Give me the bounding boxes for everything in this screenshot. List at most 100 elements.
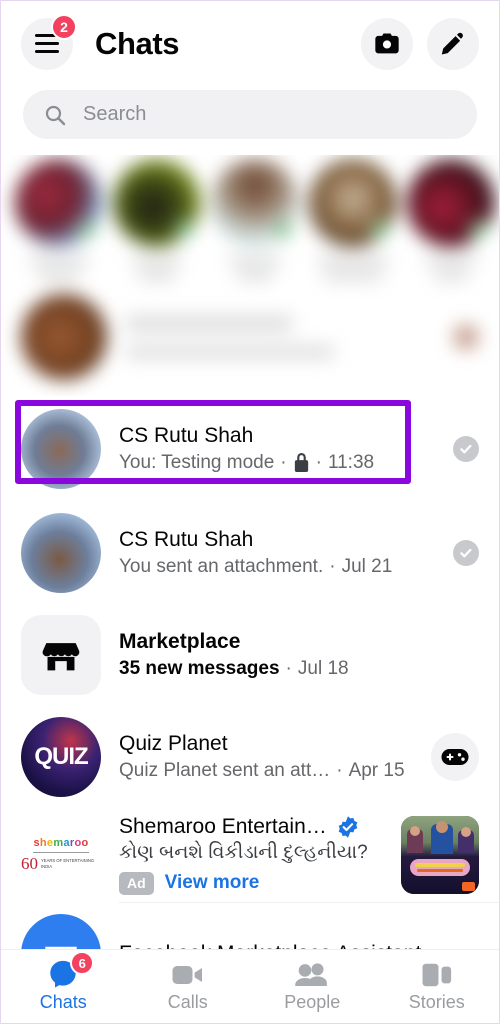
avatar	[21, 615, 101, 695]
story-item[interactable]	[15, 159, 103, 286]
camera-icon	[373, 30, 401, 58]
compose-pencil-icon	[439, 30, 467, 58]
advertiser-name: Shemaroo Entertain…	[119, 815, 327, 839]
seen-check-icon	[453, 436, 479, 462]
chat-name: CS Rutu Shah	[119, 527, 435, 554]
nav-item-stories[interactable]: Stories	[375, 960, 500, 1013]
separator-dot: ·	[336, 758, 342, 784]
chat-name: Quiz Planet	[119, 731, 413, 758]
chat-row[interactable]: CS Rutu Shah You sent an attachment. · J…	[1, 502, 499, 604]
avatar	[211, 159, 299, 247]
seen-check-icon	[453, 540, 479, 566]
search-placeholder: Search	[83, 103, 146, 126]
chat-row-body: Marketplace 35 new messages · Jul 18	[119, 629, 461, 682]
marketplace-storefront-icon	[40, 634, 82, 676]
separator-dot: ·	[329, 554, 335, 580]
shemaroo-anniversary: 60 YEARS OF ENTERTAINING INDIA	[21, 855, 101, 872]
chat-row-right	[453, 540, 479, 566]
video-camera-icon	[172, 962, 204, 988]
story-item[interactable]	[407, 159, 495, 286]
avatar	[407, 159, 495, 247]
nav-item-calls[interactable]: Calls	[126, 960, 251, 1013]
avatar	[21, 409, 101, 489]
verified-badge-icon	[336, 815, 360, 839]
calls-icon-wrap	[172, 960, 204, 988]
blurred-chat-row[interactable]	[1, 286, 499, 380]
bottom-navigation: 6 Chats Calls People	[1, 949, 499, 1023]
chat-time: Apr 15	[349, 758, 405, 784]
lock-icon	[293, 453, 310, 472]
compose-button[interactable]	[427, 18, 479, 70]
search-input[interactable]: Search	[23, 90, 477, 139]
nav-item-people[interactable]: People	[250, 960, 375, 1013]
sponsored-cta-line: Ad View more	[119, 872, 383, 895]
page-title: Chats	[95, 26, 361, 62]
nav-label-people: People	[284, 992, 340, 1013]
chat-preview: 35 new messages · Jul 18	[119, 656, 461, 682]
avatar	[15, 159, 103, 247]
blurred-text	[125, 315, 435, 359]
chat-row-marketplace[interactable]: Marketplace 35 new messages · Jul 18	[1, 604, 499, 706]
chat-preview: You: Testing mode · · 11:38	[119, 450, 435, 476]
chat-time: Jul 18	[298, 656, 349, 682]
chat-row-quiz-planet[interactable]: QUIZ Quiz Planet Quiz Planet sent an att…	[1, 706, 499, 808]
menu-button[interactable]: 2	[21, 18, 73, 70]
story-item[interactable]	[113, 159, 201, 286]
chat-time: 11:38	[328, 450, 374, 476]
chat-row-body: CS Rutu Shah You: Testing mode · · 11:38	[119, 423, 435, 476]
chat-preview: You sent an attachment. · Jul 21	[119, 554, 435, 580]
messenger-chats-screen: 2 Chats Search	[0, 0, 500, 1024]
sponsored-ad-row[interactable]: shemaroo 60 YEARS OF ENTERTAINING INDIA …	[1, 808, 499, 902]
separator-dot: ·	[286, 656, 292, 682]
search-section: Search	[1, 86, 499, 139]
people-icon-wrap	[295, 960, 329, 988]
chat-preview-text: You: Testing mode	[119, 450, 274, 476]
chat-row-right	[453, 436, 479, 462]
sponsored-caption: કોણ બનશે વિકીડાની દુલ્હનીયા?	[119, 841, 383, 866]
menu-badge: 2	[51, 14, 77, 40]
shemaroo-wordmark: shemaroo	[33, 838, 88, 849]
chat-row[interactable]: CS Rutu Shah You: Testing mode · · 11:38	[1, 398, 499, 500]
gamepad-icon	[441, 743, 469, 771]
avatar	[113, 159, 201, 247]
nav-label-chats: Chats	[40, 992, 87, 1013]
separator-dot: ·	[280, 450, 286, 476]
stories-icon-wrap	[422, 960, 452, 988]
sponsored-title-line: Shemaroo Entertain…	[119, 815, 383, 839]
chat-preview: Quiz Planet sent an att… · Apr 15	[119, 758, 413, 784]
chat-preview-text: You sent an attachment.	[119, 554, 323, 580]
nav-item-chats[interactable]: 6 Chats	[1, 960, 126, 1013]
camera-button[interactable]	[361, 18, 413, 70]
header-actions	[361, 18, 479, 70]
chat-list: CS Rutu Shah You: Testing mode · · 11:38	[1, 396, 499, 994]
stories-icon	[422, 962, 452, 988]
ad-label-badge: Ad	[119, 872, 154, 895]
story-item[interactable]	[211, 159, 299, 286]
seen-check-icon	[453, 324, 479, 350]
view-more-link[interactable]: View more	[165, 872, 260, 894]
chat-name: CS Rutu Shah	[119, 423, 435, 450]
app-header: 2 Chats	[1, 1, 499, 86]
chat-preview-text: Quiz Planet sent an att…	[119, 758, 330, 784]
chats-icon-wrap: 6	[48, 960, 78, 988]
quiz-logo-text: QUIZ	[34, 743, 87, 771]
logo-tagline: YEARS OF ENTERTAINING INDIA	[41, 858, 101, 869]
avatar	[21, 513, 101, 593]
highlighted-chat-wrapper: CS Rutu Shah You: Testing mode · · 11:38	[1, 396, 499, 502]
chat-row-body: CS Rutu Shah You sent an attachment. · J…	[119, 527, 435, 580]
avatar: QUIZ	[21, 717, 101, 797]
nav-label-stories: Stories	[409, 992, 465, 1013]
play-game-button[interactable]	[431, 733, 479, 781]
nav-label-calls: Calls	[168, 992, 208, 1013]
story-item[interactable]	[309, 159, 397, 286]
avatar	[309, 159, 397, 247]
ad-thumbnail[interactable]	[401, 816, 479, 894]
sponsored-body: Shemaroo Entertain… કોણ બનશે વિકીડાની દુ…	[119, 815, 383, 895]
search-icon	[43, 103, 67, 127]
logo-years: 60	[21, 855, 38, 872]
people-icon	[295, 962, 329, 988]
advertiser-logo: shemaroo 60 YEARS OF ENTERTAINING INDIA	[21, 815, 101, 895]
chat-row-body: Quiz Planet Quiz Planet sent an att… · A…	[119, 731, 413, 784]
stories-carousel[interactable]	[1, 155, 499, 286]
chat-row-right	[431, 733, 479, 781]
